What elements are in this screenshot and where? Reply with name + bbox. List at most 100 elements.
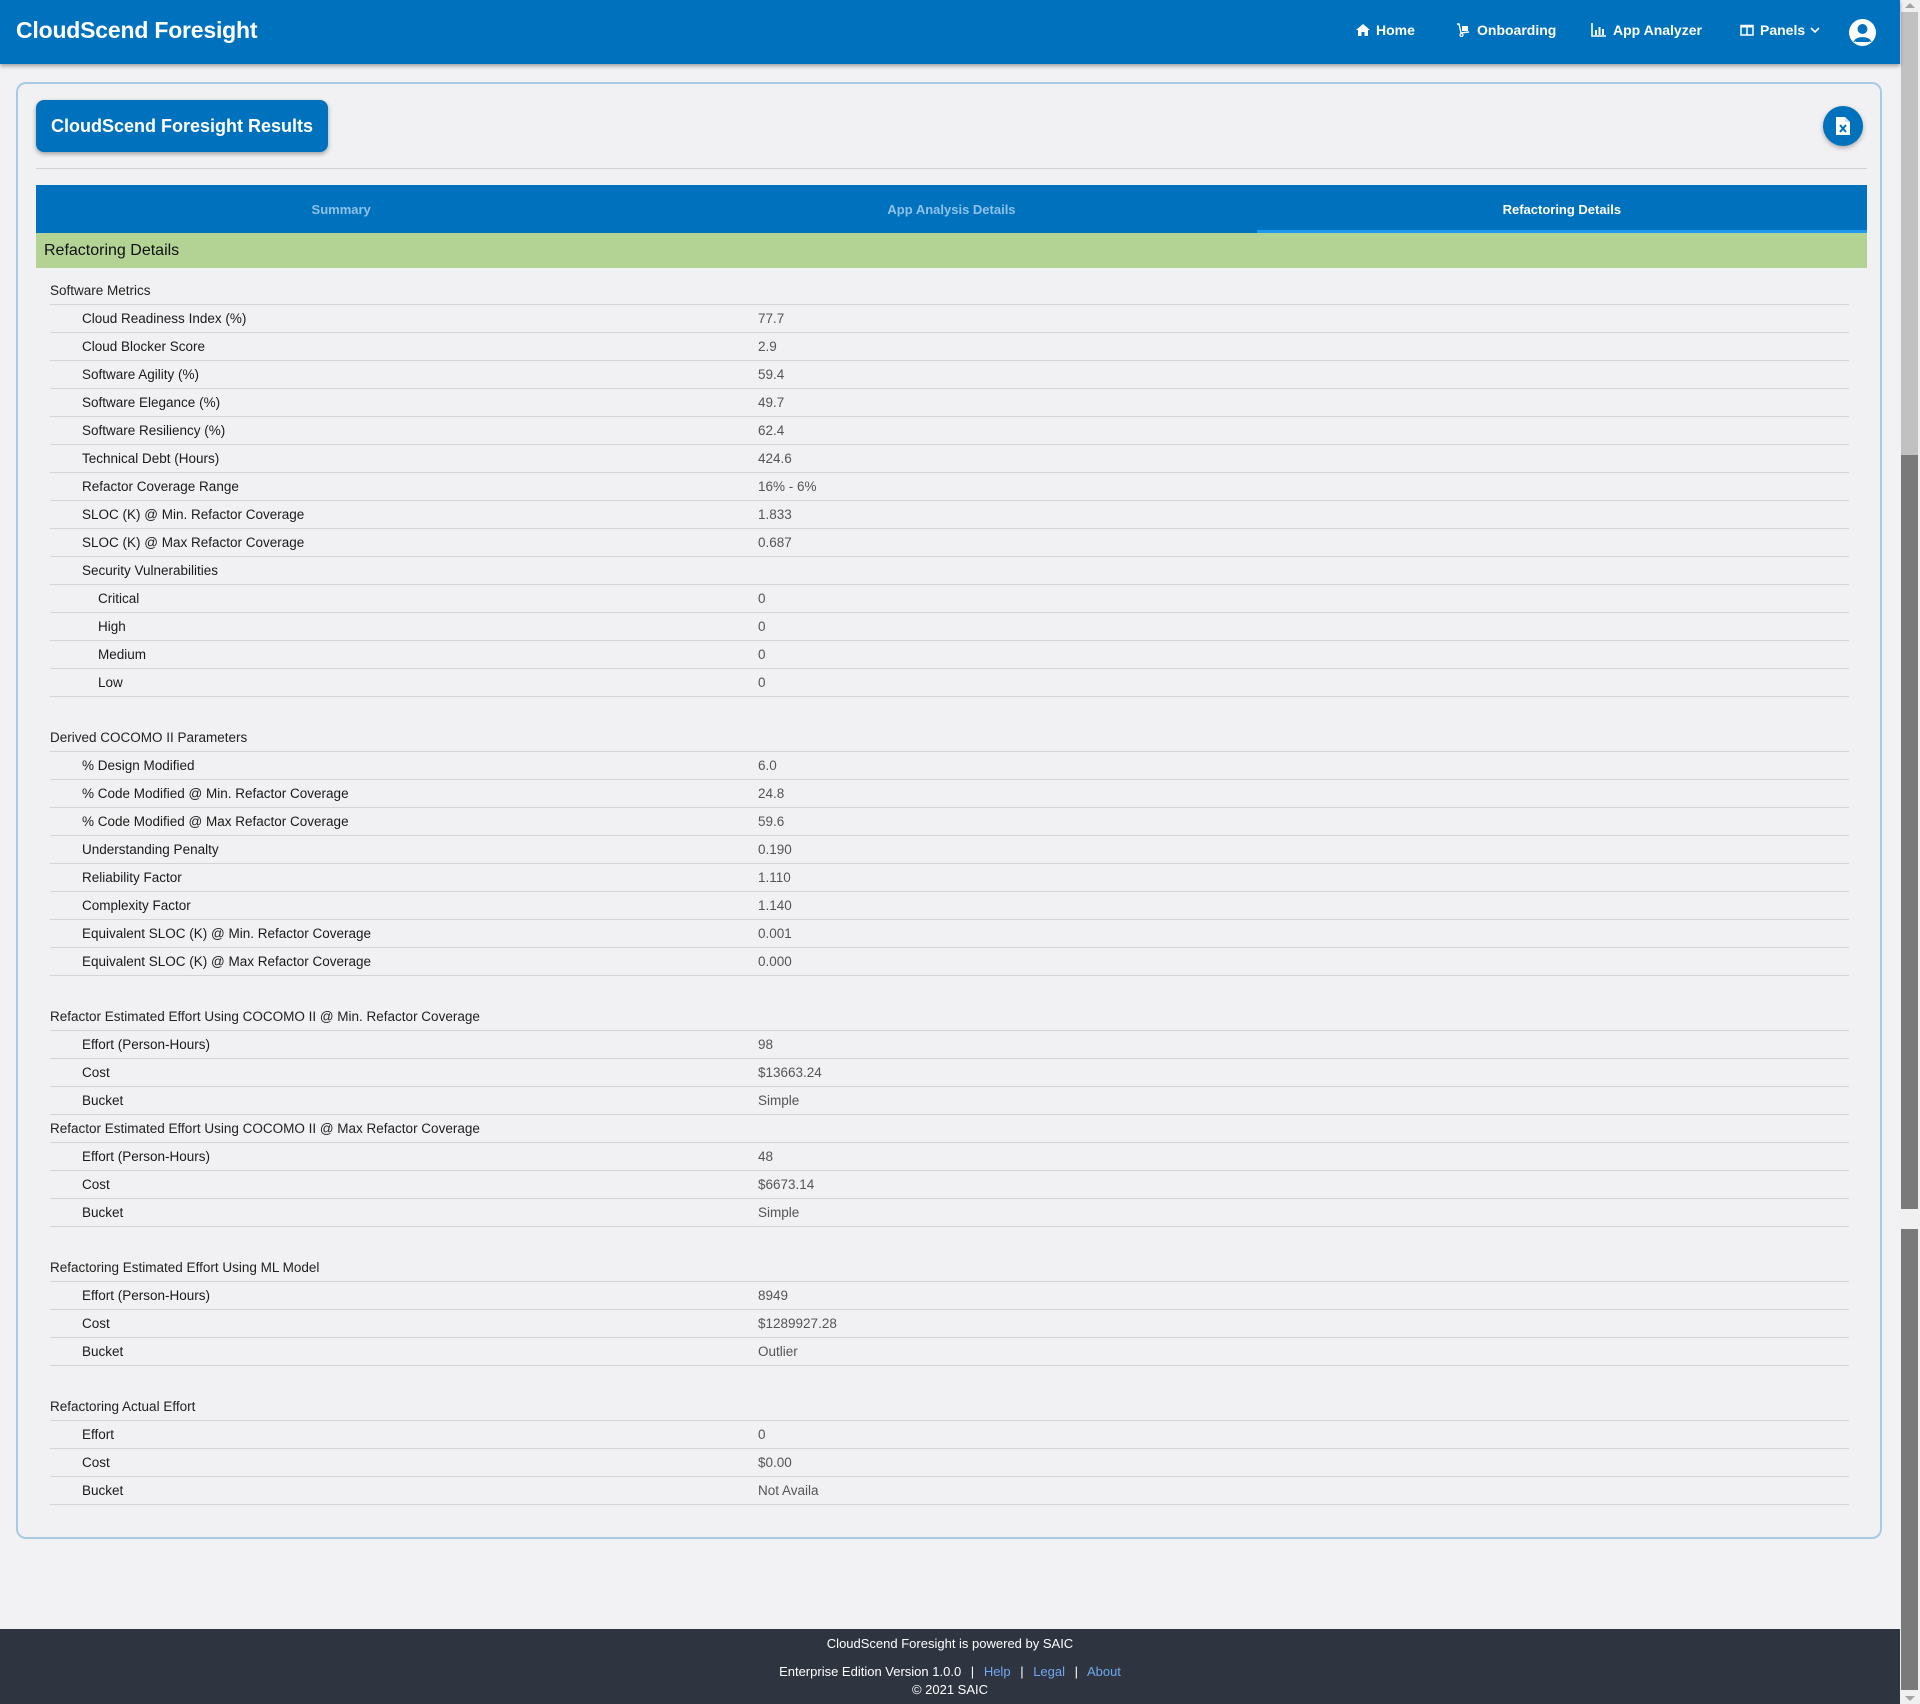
detail-row: Low 0 — [50, 669, 1849, 697]
footer-help-link[interactable]: Help — [984, 1664, 1011, 1679]
group-title: Refactoring Estimated Effort Using ML Mo… — [50, 1254, 1849, 1282]
detail-row: Effort (Person-Hours) 8949 — [50, 1282, 1849, 1310]
detail-label: Complexity Factor — [82, 898, 191, 913]
detail-label: % Code Modified @ Min. Refactor Coverage — [82, 786, 349, 801]
detail-value: 48 — [758, 1149, 774, 1164]
detail-row: Cost $0.00 — [50, 1449, 1849, 1477]
page-footer: CloudScend Foresight is powered by SAIC … — [0, 1629, 1900, 1704]
nav-onboarding-label: Onboarding — [1477, 22, 1557, 38]
footer-separator: | — [1020, 1664, 1024, 1679]
nav-home[interactable]: Home — [1356, 22, 1415, 38]
footer-legal-link[interactable]: Legal — [1033, 1664, 1065, 1679]
results-title-button[interactable]: CloudScend Foresight Results — [36, 100, 329, 152]
detail-value: 77.7 — [758, 311, 785, 326]
tab-summary[interactable]: Summary — [36, 185, 646, 233]
scrollbar-thumb[interactable] — [1901, 455, 1918, 1209]
detail-label: Effort (Person-Hours) — [82, 1149, 211, 1164]
detail-value: 0 — [758, 675, 766, 690]
detail-value: 0 — [758, 619, 766, 634]
detail-row: % Code Modified @ Min. Refactor Coverage… — [50, 780, 1849, 808]
detail-label: Bucket — [82, 1344, 124, 1359]
detail-value: 1.110 — [758, 870, 791, 885]
detail-value: $6673.14 — [758, 1177, 815, 1192]
group-title: Software Metrics — [50, 277, 1849, 305]
detail-label: % Code Modified @ Max Refactor Coverage — [82, 814, 349, 829]
footer-separator: | — [1074, 1664, 1079, 1679]
detail-row: Bucket Simple — [50, 1199, 1849, 1227]
detail-row: Cost $6673.14 — [50, 1171, 1849, 1199]
scroll-up-arrow-icon[interactable] — [1905, 3, 1915, 8]
detail-label: Cost — [82, 1177, 110, 1192]
group-title: Refactor Estimated Effort Using COCOMO I… — [50, 1003, 1849, 1031]
detail-value: 24.8 — [758, 786, 785, 801]
detail-value: $1289927.28 — [758, 1316, 837, 1331]
footer-copyright: © 2021 SAIC — [911, 1682, 989, 1697]
app-brand[interactable]: CloudScend Foresight — [16, 17, 258, 44]
detail-label: Effort (Person-Hours) — [82, 1037, 211, 1052]
scroll-down-arrow-icon[interactable] — [1905, 1696, 1915, 1701]
nav-app-analyzer[interactable]: App Analyzer — [1591, 22, 1702, 38]
detail-value: $0.00 — [758, 1455, 792, 1470]
scrollbar-track[interactable] — [1901, 12, 1918, 455]
tab-refactoring-details[interactable]: Refactoring Details — [1256, 185, 1868, 233]
detail-row: Refactor Coverage Range 16% - 6% — [50, 473, 1849, 501]
footer-edition: Enterprise Edition Version 1.0.0 — [779, 1664, 962, 1679]
detail-label: High — [98, 619, 126, 634]
footer-powered-by: CloudScend Foresight is powered by SAIC — [826, 1636, 1074, 1651]
detail-label: Effort — [82, 1427, 115, 1442]
nav-panels-dropdown[interactable]: Panels — [1740, 22, 1826, 38]
detail-label: Technical Debt (Hours) — [82, 451, 220, 466]
detail-label: Effort (Person-Hours) — [82, 1288, 211, 1303]
detail-value: 0 — [758, 1427, 766, 1442]
group-title: Refactor Estimated Effort Using COCOMO I… — [50, 1115, 1849, 1143]
refactoring-details-list: Software Metrics Cloud Readiness Index (%… — [50, 277, 1849, 1505]
detail-label: Bucket — [82, 1205, 124, 1220]
detail-row: Software Agility (%) 59.4 — [50, 361, 1849, 389]
user-avatar[interactable] — [1849, 19, 1876, 46]
detail-value: $13663.24 — [758, 1065, 822, 1080]
scrollbar-thumb-lower[interactable] — [1901, 1229, 1918, 1690]
detail-row: Effort (Person-Hours) 48 — [50, 1143, 1849, 1171]
columns-icon — [1740, 24, 1754, 36]
detail-value: 424.6 — [758, 451, 792, 466]
detail-label: Security Vulnerabilities — [82, 563, 219, 578]
detail-label: Equivalent SLOC (K) @ Max Refactor Cover… — [82, 954, 372, 969]
nav-onboarding[interactable]: Onboarding — [1456, 22, 1556, 38]
detail-value: 8949 — [758, 1288, 789, 1303]
detail-label: Medium — [98, 647, 147, 662]
top-navbar: CloudScend Foresight Home Onboarding App… — [0, 0, 1900, 64]
footer-about-link[interactable]: About — [1087, 1664, 1121, 1679]
detail-row: Cost $1289927.28 — [50, 1310, 1849, 1338]
detail-row: Bucket Not Availa — [50, 1477, 1849, 1505]
detail-label: Equivalent SLOC (K) @ Min. Refactor Cove… — [82, 926, 372, 941]
user-icon — [1850, 20, 1875, 45]
page-scrollbar[interactable] — [1900, 0, 1920, 1704]
export-excel-button[interactable] — [1823, 106, 1863, 146]
detail-value: 0.001 — [758, 926, 792, 941]
excel-file-icon — [1836, 117, 1850, 135]
detail-value: 1.833 — [758, 507, 792, 522]
detail-row: Medium 0 — [50, 641, 1849, 669]
detail-value: 1.140 — [758, 898, 792, 913]
detail-value: 2.9 — [758, 339, 777, 354]
detail-label: Understanding Penalty — [82, 842, 219, 857]
detail-label: Low — [98, 675, 123, 690]
detail-row: % Code Modified @ Max Refactor Coverage 5… — [50, 808, 1849, 836]
detail-label: Software Elegance (%) — [82, 395, 221, 410]
detail-row: Cloud Blocker Score 2.9 — [50, 333, 1849, 361]
detail-value: 0.190 — [758, 842, 792, 857]
detail-row: Effort 0 — [50, 1421, 1849, 1449]
detail-row: Critical 0 — [50, 585, 1849, 613]
tab-app-analysis-details[interactable]: App Analysis Details — [646, 185, 1256, 233]
header-divider — [36, 168, 1867, 169]
detail-value: 59.6 — [758, 814, 785, 829]
detail-row: Reliability Factor 1.110 — [50, 864, 1849, 892]
detail-value: 6.0 — [758, 758, 777, 773]
detail-row: Equivalent SLOC (K) @ Max Refactor Cover… — [50, 948, 1849, 976]
detail-row: Understanding Penalty 0.190 — [50, 836, 1849, 864]
nav-panels-label: Panels — [1760, 22, 1806, 38]
